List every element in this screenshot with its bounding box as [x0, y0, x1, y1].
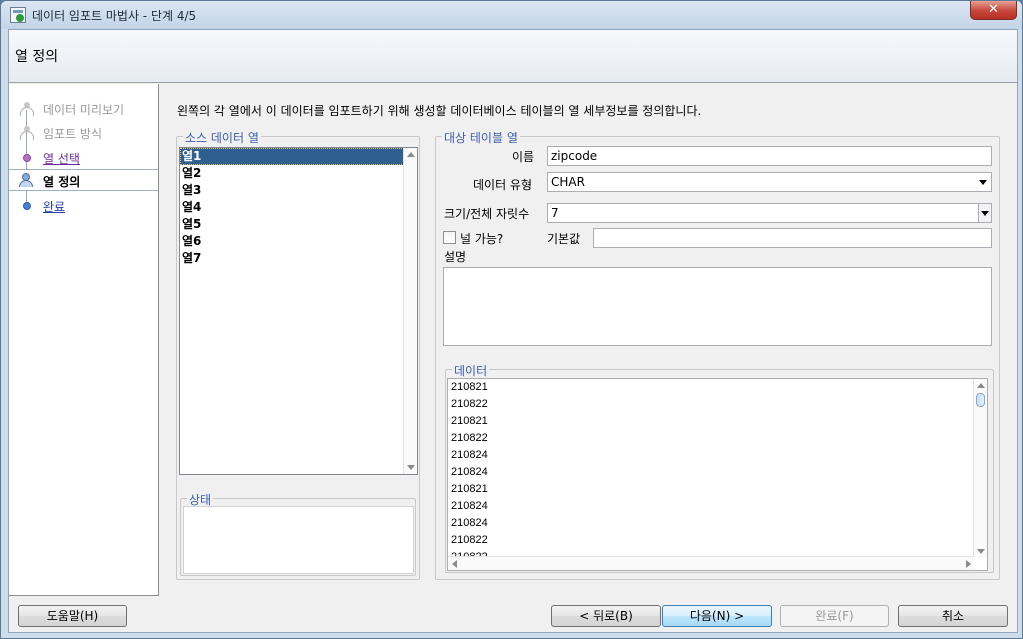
scroll-down-icon[interactable]: [407, 465, 415, 470]
data-row: 210822: [451, 398, 488, 410]
data-preview-legend: 데이터: [452, 362, 490, 379]
pending-step-icon: [23, 202, 31, 210]
step-label[interactable]: 열 선택: [43, 150, 80, 167]
wizard-header: 열 정의: [9, 30, 1017, 83]
data-horizontal-scrollbar[interactable]: [448, 556, 975, 570]
step-label: 열 정의: [43, 175, 81, 189]
scroll-right-icon[interactable]: [966, 560, 971, 568]
completed-step-icon: [20, 126, 34, 140]
name-field[interactable]: zipcode: [547, 146, 992, 166]
data-type-label: 데이터 유형: [473, 178, 533, 192]
step-label: 임포트 방식: [43, 127, 103, 141]
comment-label: 설명: [444, 250, 467, 264]
step-define-columns: 열 정의: [9, 169, 158, 191]
completed-step-icon: [20, 102, 34, 116]
scroll-left-icon[interactable]: [452, 560, 457, 568]
scrollbar-thumb[interactable]: [976, 393, 985, 407]
step-label: 데이터 미리보기: [43, 103, 125, 117]
data-preview-list[interactable]: 210821 210822 210821 210822 210824 210824 2108…: [447, 378, 988, 571]
step-data-preview: 데이터 미리보기: [9, 98, 158, 120]
data-row: 210822: [451, 432, 488, 444]
scroll-up-icon[interactable]: [977, 383, 985, 388]
default-value-field[interactable]: [593, 228, 992, 248]
source-column-item[interactable]: 열5: [180, 216, 404, 233]
data-row: 210824: [451, 449, 488, 461]
source-list-scrollbar[interactable]: [403, 148, 417, 474]
data-vertical-scrollbar[interactable]: [973, 379, 987, 558]
scroll-up-icon[interactable]: [407, 152, 415, 157]
source-columns-legend: 소스 데이터 열: [183, 129, 261, 146]
visited-step-icon: [23, 154, 31, 162]
data-row: 210821: [451, 483, 488, 495]
source-column-item[interactable]: 열4: [180, 199, 404, 216]
source-columns-items: 열1 열2 열3 열4 열5 열6 열7: [180, 148, 417, 267]
step-select-columns[interactable]: 열 선택: [9, 147, 158, 169]
source-columns-list[interactable]: 열1 열2 열3 열4 열5 열6 열7: [179, 147, 418, 475]
chevron-down-icon: [981, 211, 989, 216]
app-icon: [10, 7, 26, 23]
scroll-down-icon[interactable]: [977, 549, 985, 554]
comment-textarea[interactable]: [443, 267, 992, 346]
source-column-item[interactable]: 열7: [180, 250, 404, 267]
data-preview-rows: 210821 210822 210821 210822 210824 210824 2108…: [448, 379, 987, 566]
nullable-label: 널 가능?: [460, 232, 504, 246]
source-column-item[interactable]: 열6: [180, 233, 404, 250]
size-dropdown-button[interactable]: [978, 204, 991, 222]
target-column-legend: 대상 테이블 열: [442, 129, 520, 146]
next-button[interactable]: 다음(N) >: [662, 605, 772, 627]
back-button[interactable]: < 뒤로(B): [551, 605, 661, 627]
size-value: 7: [551, 206, 559, 220]
data-row: 210821: [451, 415, 488, 427]
data-row: 210824: [451, 517, 488, 529]
step-navigation: 데이터 미리보기 임포트 방식 열 선택 열 정의 완료: [9, 84, 159, 596]
source-column-item[interactable]: 열3: [180, 182, 404, 199]
source-column-item[interactable]: 열1: [180, 148, 404, 165]
data-row: 210824: [451, 466, 488, 478]
data-row: 210821: [451, 381, 488, 393]
data-row: 210822: [451, 534, 488, 546]
step-label[interactable]: 완료: [43, 198, 65, 215]
size-label: 크기/전체 자릿수: [444, 207, 530, 221]
cancel-button[interactable]: 취소: [898, 605, 1008, 627]
data-type-select[interactable]: CHAR: [547, 172, 992, 192]
chevron-down-icon[interactable]: [979, 180, 987, 185]
instruction-text: 왼쪽의 각 열에서 이 데이터를 임포트하기 위해 생성할 데이터베이스 테이블…: [177, 104, 702, 118]
size-combo[interactable]: 7: [547, 203, 992, 223]
data-row: 210824: [451, 500, 488, 512]
step-import-method: 임포트 방식: [9, 122, 158, 144]
status-box: [183, 506, 414, 574]
finish-button[interactable]: 완료(F): [780, 605, 889, 627]
wizard-window: 데이터 임포트 마법사 - 단계 4/5 ✕ 열 정의 데이터 미리보기 임포트…: [0, 0, 1023, 639]
window-title: 데이터 임포트 마법사 - 단계 4/5: [32, 9, 197, 23]
step-finish[interactable]: 완료: [9, 195, 158, 217]
name-label: 이름: [512, 150, 535, 164]
default-label: 기본값: [547, 232, 581, 246]
title-bar[interactable]: 데이터 임포트 마법사 - 단계 4/5 ✕: [1, 1, 1022, 29]
page-title: 열 정의: [15, 49, 59, 65]
source-column-item[interactable]: 열2: [180, 165, 404, 182]
close-button[interactable]: ✕: [970, 1, 1017, 20]
nullable-checkbox[interactable]: [443, 231, 456, 244]
data-type-value: CHAR: [551, 175, 585, 189]
current-step-icon: [19, 173, 33, 187]
help-button[interactable]: 도움말(H): [18, 605, 127, 627]
